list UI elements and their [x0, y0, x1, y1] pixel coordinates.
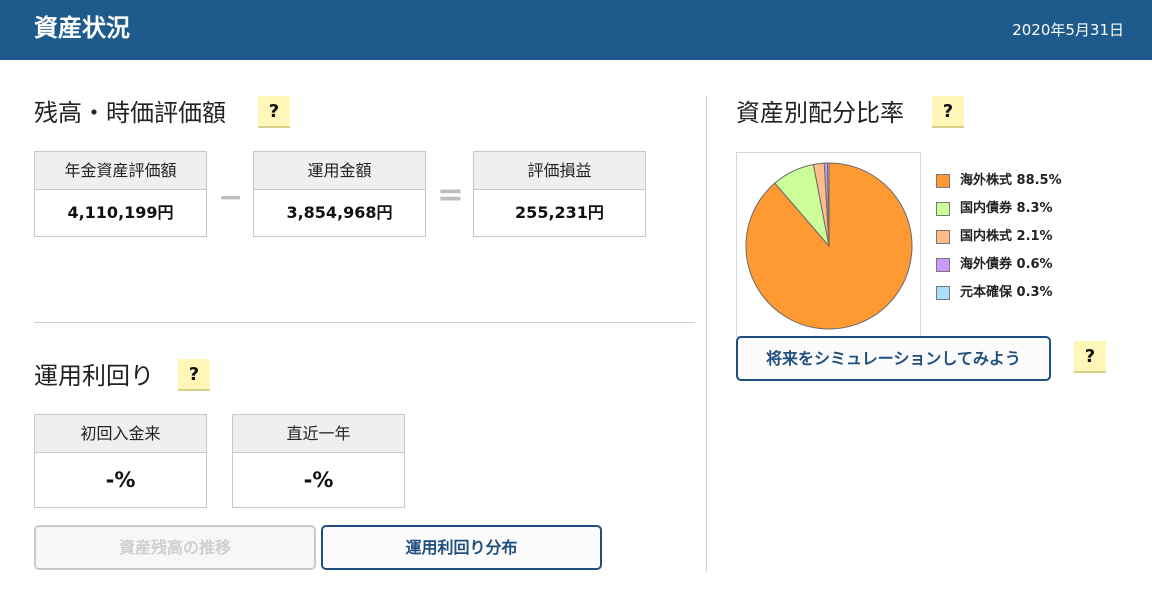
allocation-section-title: 資産別配分比率	[736, 99, 904, 127]
column-divider	[706, 96, 707, 572]
legend-label: 海外株式 88.5%	[960, 173, 1062, 188]
since-first-deposit-box: 初回入金来 -%	[34, 414, 207, 508]
asset-history-button[interactable]: 資産残高の推移	[34, 525, 316, 570]
invested-amount-label: 運用金額	[254, 152, 425, 190]
since-first-deposit-label: 初回入金来	[35, 415, 206, 453]
allocation-pie-frame	[736, 152, 921, 337]
pension-asset-value-label: 年金資産評価額	[35, 152, 206, 190]
simulate-future-button[interactable]: 将来をシミュレーションしてみよう	[736, 336, 1051, 381]
unrealized-gain-box: 評価損益 255,231円	[473, 151, 646, 237]
balance-help-button[interactable]: ?	[258, 96, 290, 128]
invested-amount-value: 3,854,968円	[286, 203, 393, 222]
unrealized-gain-label: 評価損益	[474, 152, 645, 190]
legend-label: 国内債券 8.3%	[960, 201, 1053, 216]
legend-swatch	[936, 286, 950, 300]
legend-label: 国内株式 2.1%	[960, 229, 1053, 244]
returns-section-title: 運用利回り	[34, 362, 154, 390]
legend-swatch	[936, 202, 950, 216]
legend-swatch	[936, 258, 950, 272]
pension-asset-value: 4,110,199円	[67, 203, 174, 222]
invested-amount-box: 運用金額 3,854,968円	[253, 151, 426, 237]
simulate-help-button[interactable]: ?	[1074, 341, 1106, 373]
equals-operator: =	[437, 175, 464, 213]
minus-operator: −	[218, 180, 244, 215]
recent-one-year-label: 直近一年	[233, 415, 404, 453]
recent-one-year-value: -%	[303, 468, 334, 492]
legend-label: 元本確保 0.3%	[960, 285, 1053, 300]
legend-swatch	[936, 230, 950, 244]
since-first-deposit-value: -%	[105, 468, 136, 492]
page-title: 資産状況	[34, 14, 130, 42]
recent-one-year-box: 直近一年 -%	[232, 414, 405, 508]
legend-label: 海外債券 0.6%	[960, 257, 1053, 272]
as-of-date: 2020年5月31日	[1012, 21, 1124, 39]
returns-help-button[interactable]: ?	[178, 359, 210, 391]
allocation-pie-chart	[745, 162, 913, 330]
pension-asset-value-box: 年金資産評価額 4,110,199円	[34, 151, 207, 237]
section-divider	[34, 322, 695, 323]
legend-swatch	[936, 174, 950, 188]
allocation-help-button[interactable]: ?	[932, 96, 964, 128]
unrealized-gain-value: 255,231円	[515, 203, 604, 222]
page-header: 資産状況 2020年5月31日	[0, 0, 1152, 60]
return-distribution-button[interactable]: 運用利回り分布	[321, 525, 602, 570]
balance-section-title: 残高・時価評価額	[34, 99, 226, 127]
